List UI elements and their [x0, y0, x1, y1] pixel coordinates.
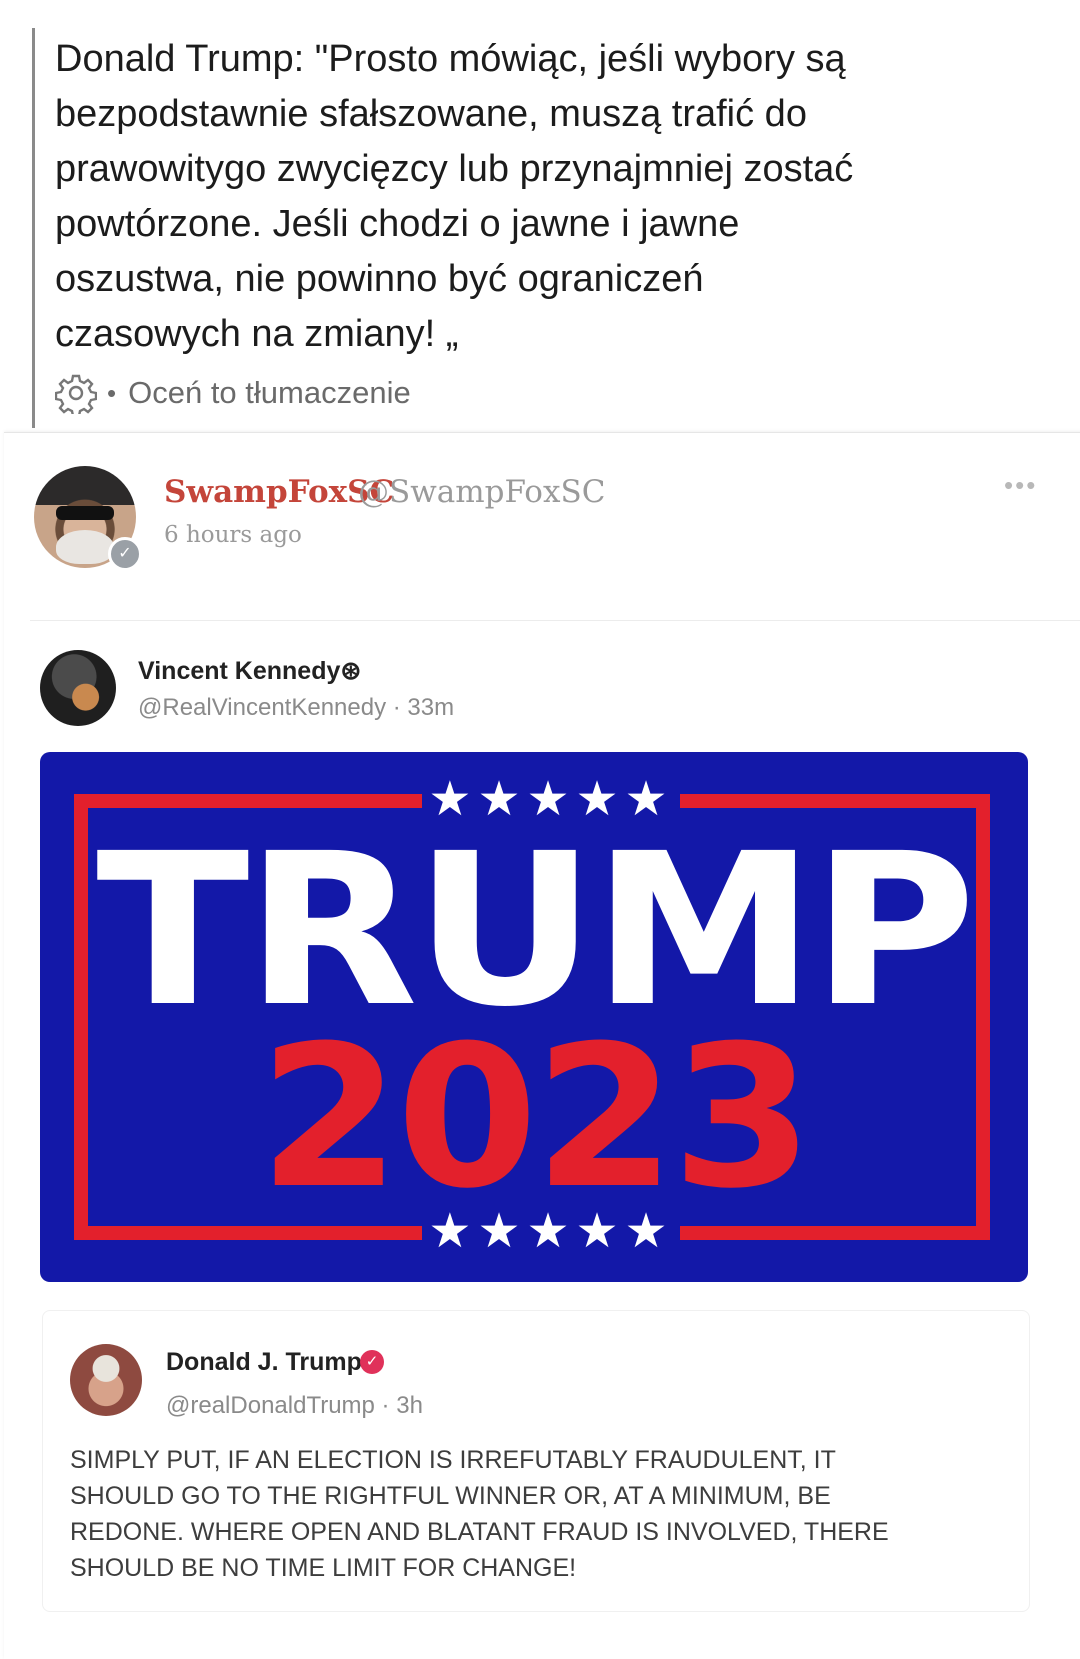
- post-timestamp: 6 hours ago: [164, 522, 302, 548]
- banner-frame: [680, 794, 990, 808]
- quoted-author-meta: @realDonaldTrump · 3h: [166, 1392, 423, 1419]
- translated-quote-block: Donald Trump: "Prosto mówiąc, jeśli wybo…: [32, 28, 1045, 428]
- gear-icon: [54, 372, 98, 418]
- translated-quote-text: Donald Trump: "Prosto mówiąc, jeśli wybo…: [55, 38, 854, 355]
- banner-stars-bottom: ★★★★★: [428, 1205, 674, 1258]
- beard: [56, 530, 114, 564]
- separator-dot: •: [107, 377, 117, 408]
- quoted-author-name: Donald J. Trump: [166, 1348, 362, 1376]
- banner-year: 2023: [258, 1004, 814, 1232]
- author-handle[interactable]: @SwampFoxSC: [358, 474, 605, 510]
- embedded-author-meta: @RealVincentKennedy · 33m: [138, 694, 455, 721]
- sunglasses: [56, 506, 114, 520]
- trump-2023-banner: ★★★★★ TRUMP 2023 ★★★★★: [40, 752, 1028, 1282]
- quoted-post-body: SIMPLY PUT, IF AN ELECTION IS IRREFUTABL…: [70, 1446, 889, 1582]
- verified-badge-icon: ✓: [360, 1350, 384, 1374]
- more-options-icon[interactable]: •••: [1004, 470, 1037, 501]
- verified-badge-icon: ✓: [108, 537, 142, 571]
- banner-frame: [74, 794, 422, 808]
- avatar: [40, 650, 116, 726]
- rate-translation-row[interactable]: • Oceń to tłumaczenie: [54, 370, 411, 418]
- avatar: [70, 1344, 142, 1416]
- rate-translation-link[interactable]: Oceń to tłumaczenie: [128, 375, 411, 411]
- embedded-author-name: Vincent Kennedy⊛: [138, 657, 362, 685]
